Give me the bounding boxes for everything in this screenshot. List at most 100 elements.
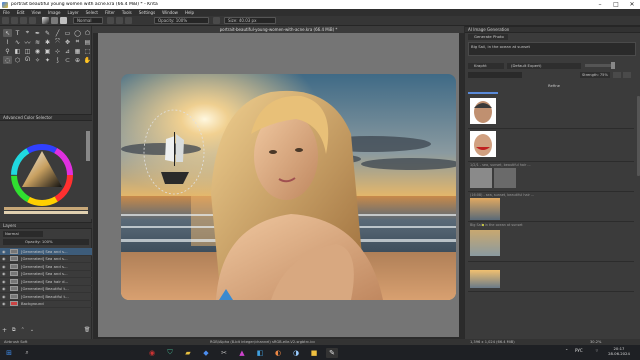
polyline-tool-icon[interactable]: ⌇	[3, 38, 12, 46]
undo-button[interactable]	[29, 17, 36, 24]
open-document-button[interactable]	[11, 17, 18, 24]
alpha-lock-toggle[interactable]	[116, 17, 123, 24]
brush-tool-icon[interactable]: ✎	[43, 29, 52, 37]
smart-patch-icon[interactable]: ◫	[23, 47, 32, 55]
opacity-lock-icon[interactable]	[213, 17, 220, 24]
canvas-image[interactable]	[121, 74, 456, 300]
layer-row[interactable]: ◉ [Generated] Sea hair d...	[0, 278, 92, 286]
layer-row[interactable]: ◉ [Generated] Beautiful t...	[0, 293, 92, 301]
app-icon-blue[interactable]: ◆	[200, 348, 212, 358]
edit-shapes-icon[interactable]: ⌖	[23, 29, 32, 37]
menu-view[interactable]: View	[31, 10, 41, 15]
layer-row[interactable]: ◉ Background	[0, 301, 92, 308]
dynamic-brush-icon[interactable]: ≋	[33, 38, 42, 46]
layer-row[interactable]: ◉ [Generated] Sea and s...	[0, 271, 92, 278]
similar-select-icon[interactable]: ✦	[43, 56, 52, 64]
seed-field[interactable]	[468, 72, 522, 78]
bezier-tool-icon[interactable]: ∿	[13, 38, 22, 46]
pattern-swatch-button[interactable]	[51, 17, 58, 24]
gradient-tool-icon[interactable]: ▤	[83, 38, 92, 46]
multibrush-icon[interactable]: ✱	[43, 38, 52, 46]
folder-icon[interactable]: ▰	[182, 348, 194, 358]
prompt-input[interactable]: Big Sail, in the ocean at sunset	[468, 42, 636, 56]
eraser-toggle[interactable]	[107, 17, 114, 24]
move-up-icon[interactable]: ⌃	[21, 327, 25, 333]
menu-settings[interactable]: Settings	[139, 10, 155, 15]
gradient-swatch-button[interactable]	[42, 17, 49, 24]
move-tool-icon[interactable]: ✥	[63, 38, 72, 46]
visibility-icon[interactable]: ◉	[2, 271, 7, 276]
add-layer-icon[interactable]: +	[2, 327, 7, 334]
app-icon-code[interactable]: ◧	[254, 348, 266, 358]
krita-taskbar-icon[interactable]: ✎	[326, 347, 338, 358]
color-wheel-svg[interactable]	[0, 121, 92, 219]
tray-chevron-icon[interactable]: ⌃	[565, 348, 568, 353]
layer-opacity-slider[interactable]: Opacity: 100%	[3, 239, 89, 245]
history-thumbnail[interactable]	[470, 168, 492, 188]
menu-select[interactable]: Select	[86, 10, 98, 15]
history-thumbnail[interactable]	[470, 131, 496, 157]
style-select[interactable]: (Default Expert)	[507, 63, 581, 69]
menu-edit[interactable]: Edit	[17, 10, 25, 15]
visibility-icon[interactable]: ◉	[2, 279, 7, 284]
menu-window[interactable]: Window	[162, 10, 178, 15]
refine-button[interactable]: Refine	[529, 82, 579, 90]
save-button[interactable]	[20, 17, 27, 24]
layer-row[interactable]: ◉ [Generated] Beautiful t...	[0, 286, 92, 293]
crop-tool-icon[interactable]: ⌗	[73, 38, 82, 46]
strength-slider-handle[interactable]	[611, 62, 615, 69]
rect-select-icon[interactable]: ⬚	[83, 47, 92, 55]
app-icon-edge[interactable]: ◑	[290, 348, 302, 358]
layer-row[interactable]: ◉ [Generated] Sea and s...	[0, 263, 92, 271]
menu-layer[interactable]: Layer	[67, 10, 78, 15]
network-icon[interactable]: ⌔	[595, 348, 599, 354]
calligraphy-icon[interactable]: ✒	[33, 29, 42, 37]
app-icon-purple[interactable]: ▲	[236, 348, 248, 358]
enclose-fill-icon[interactable]: ▣	[43, 47, 52, 55]
menu-help[interactable]: Help	[185, 10, 194, 15]
app-icon-orange[interactable]: ◐	[272, 348, 284, 358]
minimize-button[interactable]: –	[592, 1, 608, 8]
maximize-button[interactable]: □	[608, 1, 624, 8]
model-select[interactable]: Krapht	[468, 63, 504, 69]
close-button[interactable]: ✕	[624, 1, 640, 8]
history-thumbnail[interactable]	[470, 98, 496, 124]
duplicate-layer-icon[interactable]: ⧉	[12, 327, 16, 333]
text-tool-icon[interactable]: T	[13, 29, 22, 37]
color-history-bar[interactable]	[4, 207, 88, 210]
reference-tool-icon[interactable]: ▦	[73, 47, 82, 55]
history-thumbnail[interactable]	[470, 198, 500, 220]
magnetic-select-icon[interactable]: ⊂	[63, 56, 72, 64]
polygon-select-icon[interactable]: ⬡	[13, 56, 22, 64]
saturation-triangle[interactable]	[22, 151, 62, 187]
queue-button[interactable]	[613, 72, 621, 78]
freehand-path-icon[interactable]: 〰	[23, 38, 32, 47]
select-shapes-icon[interactable]: ↖	[3, 29, 12, 37]
zoom-tool-icon[interactable]: ⊕	[73, 56, 82, 64]
keyboard-language[interactable]: РУС	[575, 348, 583, 353]
search-icon[interactable]: ⌕	[21, 348, 33, 358]
freehand-select-icon[interactable]: ᘏ	[23, 56, 32, 64]
history-thumbnail[interactable]	[470, 270, 500, 288]
visibility-icon[interactable]: ◉	[2, 301, 7, 306]
visibility-icon[interactable]: ◉	[2, 286, 7, 291]
blend-mode-select[interactable]: Normal	[73, 17, 103, 24]
history-thumbnail[interactable]	[494, 168, 516, 188]
opacity-slider[interactable]: Opacity: 100%	[154, 17, 209, 24]
contiguous-select-icon[interactable]: ✧	[33, 56, 42, 64]
move-down-icon[interactable]: ⌄	[30, 327, 34, 333]
layer-row[interactable]: ◉ [Generated] Sea and s...	[0, 256, 92, 263]
measure-tool-icon[interactable]: ⊿	[63, 47, 72, 55]
transform-tool-icon[interactable]: ⤧	[53, 38, 62, 46]
menu-file[interactable]: File	[3, 10, 10, 15]
menu-tools[interactable]: Tools	[122, 10, 132, 15]
line-tool-icon[interactable]: ╱	[53, 29, 62, 37]
layer-blend-mode-select[interactable]: Normal	[3, 231, 43, 237]
new-document-button[interactable]	[2, 17, 9, 24]
rectangle-tool-icon[interactable]: ▭	[63, 29, 72, 37]
history-thumbnail[interactable]	[470, 230, 500, 256]
generate-tab[interactable]: Generate Photo	[468, 34, 508, 40]
app-icon-opera[interactable]: ◉	[146, 348, 158, 358]
fill-tool-icon[interactable]: ◉	[33, 47, 42, 55]
visibility-icon[interactable]: ◉	[2, 264, 7, 269]
